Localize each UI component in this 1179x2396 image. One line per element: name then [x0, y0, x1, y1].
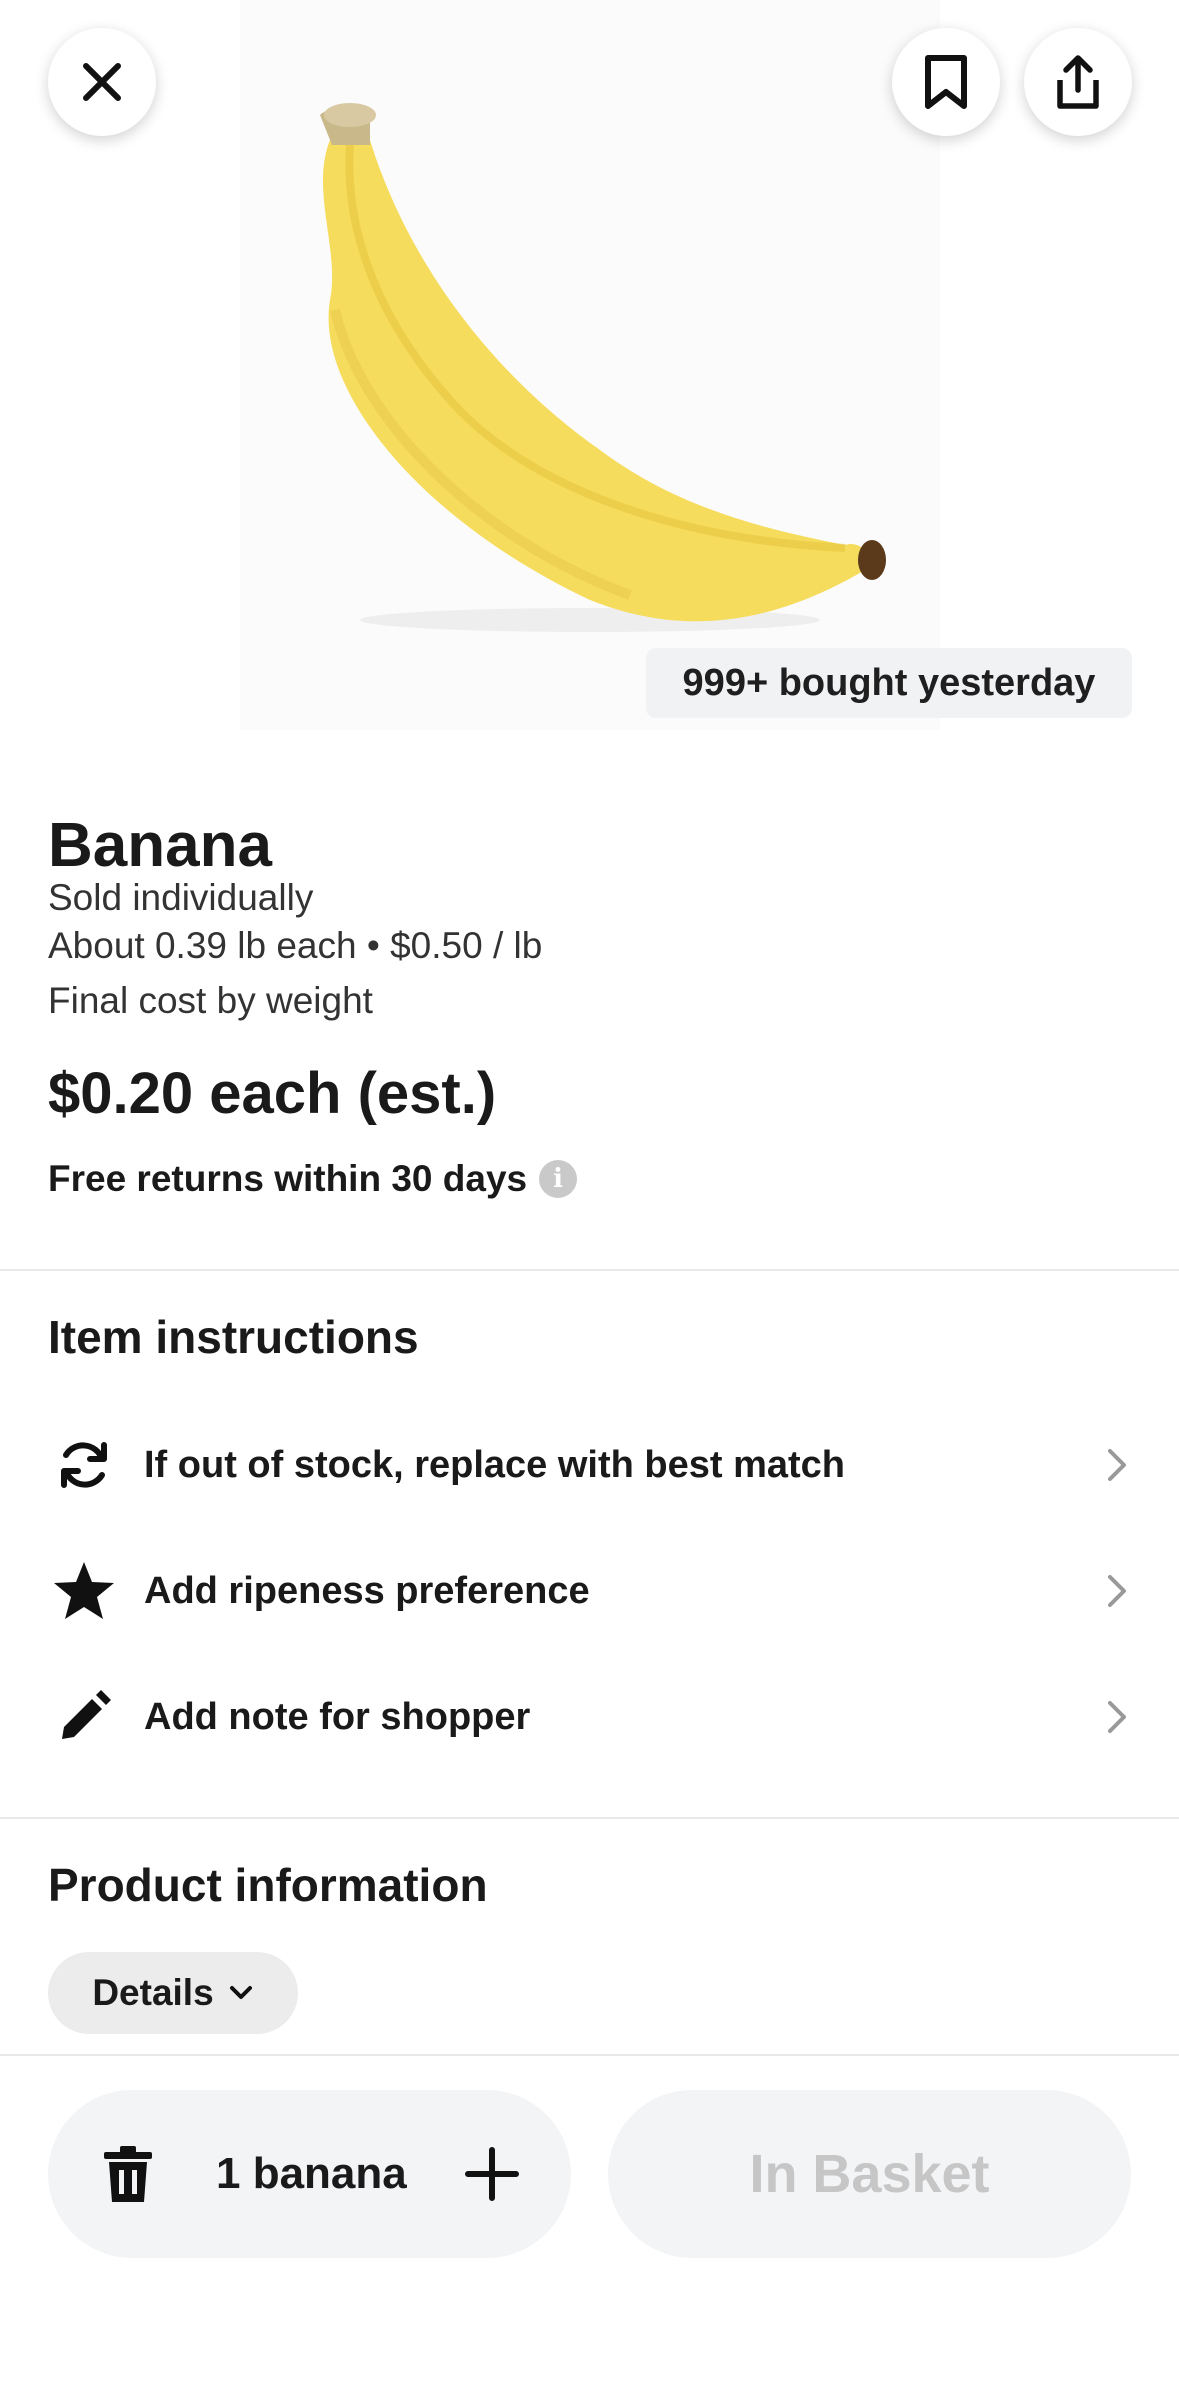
final-cost-note: Final cost by weight — [48, 980, 373, 1021]
plus-icon[interactable] — [460, 2142, 524, 2206]
info-icon[interactable]: i — [539, 1160, 578, 1198]
in-basket-button[interactable]: In Basket — [608, 2090, 1131, 2258]
bought-yesterday-badge: 999+ bought yesterday — [646, 648, 1132, 718]
quantity-label: 1 banana — [216, 2149, 407, 2198]
weight-price: About 0.39 lb each • $0.50 / lb — [48, 925, 543, 966]
instruction-ripeness[interactable]: Add ripeness preference — [48, 1536, 1138, 1646]
instruction-replacement[interactable]: If out of stock, replace with best match — [48, 1410, 1138, 1520]
details-dropdown[interactable]: Details — [48, 1952, 298, 2034]
product-information-title: Product information — [48, 1859, 488, 1911]
product-name: Banana — [48, 811, 272, 880]
chevron-down-icon — [228, 1984, 254, 2002]
product-image-area: 999+ bought yesterday — [0, 0, 1179, 730]
instruction-label: Add note for shopper — [144, 1695, 531, 1738]
pencil-icon — [48, 1681, 120, 1753]
instruction-note[interactable]: Add note for shopper — [48, 1662, 1138, 1772]
details-label: Details — [92, 1972, 214, 2013]
close-button[interactable] — [48, 28, 156, 136]
chevron-right-icon — [1098, 1445, 1138, 1485]
banana-image — [320, 103, 886, 632]
item-instructions-title: Item instructions — [48, 1311, 419, 1363]
share-icon — [1057, 55, 1099, 109]
returns-text: Free returns within 30 days — [48, 1158, 528, 1199]
instruction-label: If out of stock, replace with best match — [144, 1443, 846, 1486]
bookmark-icon — [925, 55, 967, 109]
trash-icon[interactable] — [96, 2142, 160, 2206]
share-button[interactable] — [1024, 28, 1132, 136]
quantity-stepper: 1 banana — [48, 2090, 571, 2258]
close-icon — [83, 63, 121, 101]
chevron-right-icon — [1098, 1697, 1138, 1737]
instruction-label: Add ripeness preference — [144, 1569, 590, 1612]
replace-icon — [48, 1429, 120, 1501]
product-price: $0.20 each (est.) — [48, 1061, 497, 1126]
returns-policy: Free returns within 30 days i — [48, 1158, 578, 1200]
bookmark-button[interactable] — [892, 28, 1000, 136]
divider — [0, 1817, 1179, 1819]
star-icon — [48, 1555, 120, 1627]
chevron-right-icon — [1098, 1571, 1138, 1611]
divider — [0, 1269, 1179, 1271]
sold-individually: Sold individually — [48, 877, 314, 918]
